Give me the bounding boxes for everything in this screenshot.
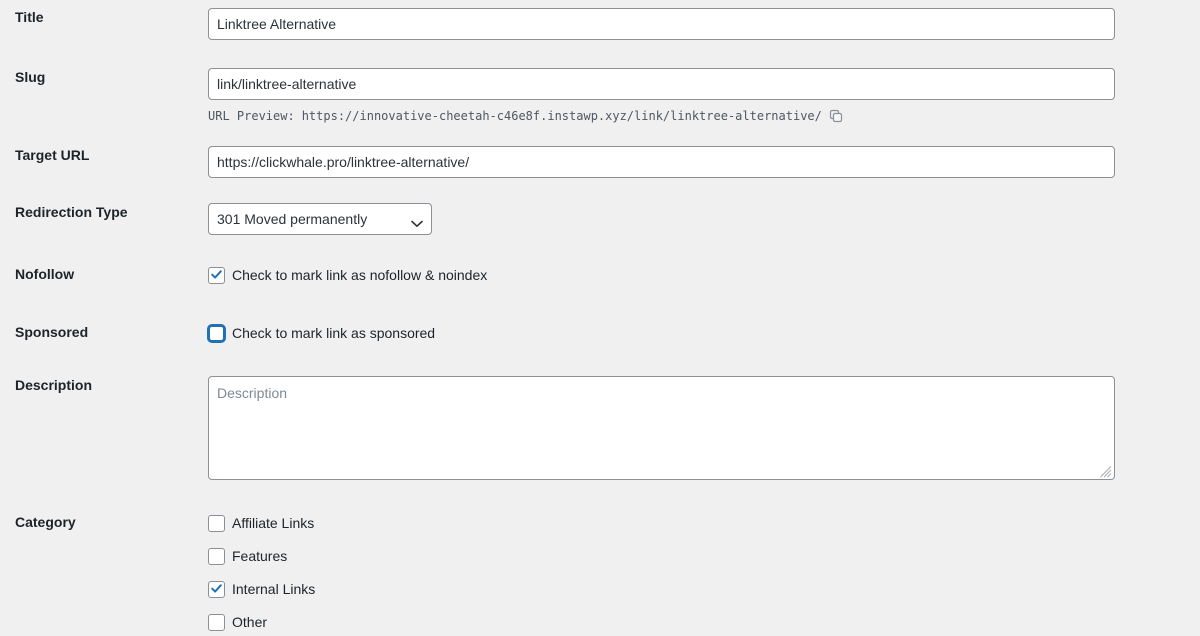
label-slug: Slug — [15, 69, 46, 85]
category-item-affiliate-links[interactable]: Affiliate Links — [208, 513, 1130, 533]
form-row-nofollow: Nofollow Check to mark link as nofollow … — [0, 265, 1200, 285]
category-item-label: Affiliate Links — [232, 515, 315, 531]
category-checkbox[interactable] — [208, 613, 225, 631]
label-nofollow: Nofollow — [15, 266, 75, 282]
field-redirection-type: 301 Moved permanently 302 Found 307 Temp… — [208, 203, 1200, 235]
field-slug: URL Preview: https://innovative-cheetah-… — [208, 68, 1200, 123]
label-category: Category — [15, 514, 76, 530]
nofollow-checkbox-row[interactable]: Check to mark link as nofollow & noindex — [208, 265, 1130, 285]
url-preview-label: URL Preview: — [208, 109, 295, 123]
target-url-input[interactable] — [208, 146, 1115, 178]
form-row-category: Category Affiliate Links Features Intern… — [0, 513, 1200, 632]
copy-icon[interactable] — [829, 109, 843, 123]
link-settings-form: Title Slug URL Preview: https://innovati… — [0, 0, 1200, 636]
sponsored-checkbox-label: Check to mark link as sponsored — [232, 325, 436, 341]
category-checkbox-list: Affiliate Links Features Internal Links … — [208, 513, 1130, 632]
form-row-target-url: Target URL — [0, 146, 1200, 178]
category-item-features[interactable]: Features — [208, 546, 1130, 566]
description-textarea-wrap — [208, 376, 1115, 480]
sponsored-checkbox[interactable] — [208, 324, 225, 342]
category-item-internal-links[interactable]: Internal Links — [208, 579, 1130, 599]
field-target-url — [208, 146, 1200, 178]
category-checkbox[interactable] — [208, 514, 225, 532]
category-item-other[interactable]: Other — [208, 612, 1130, 632]
form-row-redirection-type: Redirection Type 301 Moved permanently 3… — [0, 203, 1200, 235]
field-sponsored: Check to mark link as sponsored — [208, 323, 1200, 343]
category-item-label: Features — [232, 548, 288, 564]
form-row-slug: Slug URL Preview: https://innovative-che… — [0, 68, 1200, 123]
category-item-label: Internal Links — [232, 581, 316, 597]
label-description: Description — [15, 377, 93, 393]
field-category: Affiliate Links Features Internal Links … — [208, 513, 1200, 632]
label-title: Title — [15, 9, 44, 25]
category-checkbox[interactable] — [208, 547, 225, 565]
check-icon — [210, 582, 223, 595]
slug-input[interactable] — [208, 68, 1115, 100]
label-sponsored: Sponsored — [15, 324, 89, 340]
category-item-label: Other — [232, 614, 268, 630]
url-preview-value: https://innovative-cheetah-c46e8f.instaw… — [301, 109, 822, 123]
category-checkbox[interactable] — [208, 580, 225, 598]
redirection-type-select[interactable]: 301 Moved permanently 302 Found 307 Temp… — [208, 203, 432, 235]
title-input[interactable] — [208, 8, 1115, 40]
description-textarea[interactable] — [208, 376, 1115, 480]
sponsored-checkbox-row[interactable]: Check to mark link as sponsored — [208, 323, 1130, 343]
label-redirection-type: Redirection Type — [15, 204, 128, 220]
form-row-title: Title — [0, 8, 1200, 40]
check-icon — [210, 268, 223, 281]
form-row-sponsored: Sponsored Check to mark link as sponsore… — [0, 323, 1200, 343]
label-target-url: Target URL — [15, 147, 90, 163]
url-preview: URL Preview: https://innovative-cheetah-… — [208, 109, 1130, 123]
redirection-type-select-wrap: 301 Moved permanently 302 Found 307 Temp… — [208, 203, 432, 235]
form-row-description: Description — [0, 376, 1200, 480]
field-nofollow: Check to mark link as nofollow & noindex — [208, 265, 1200, 285]
nofollow-checkbox[interactable] — [208, 266, 225, 284]
nofollow-checkbox-label: Check to mark link as nofollow & noindex — [232, 267, 488, 283]
field-title — [208, 8, 1200, 40]
field-description — [208, 376, 1200, 480]
